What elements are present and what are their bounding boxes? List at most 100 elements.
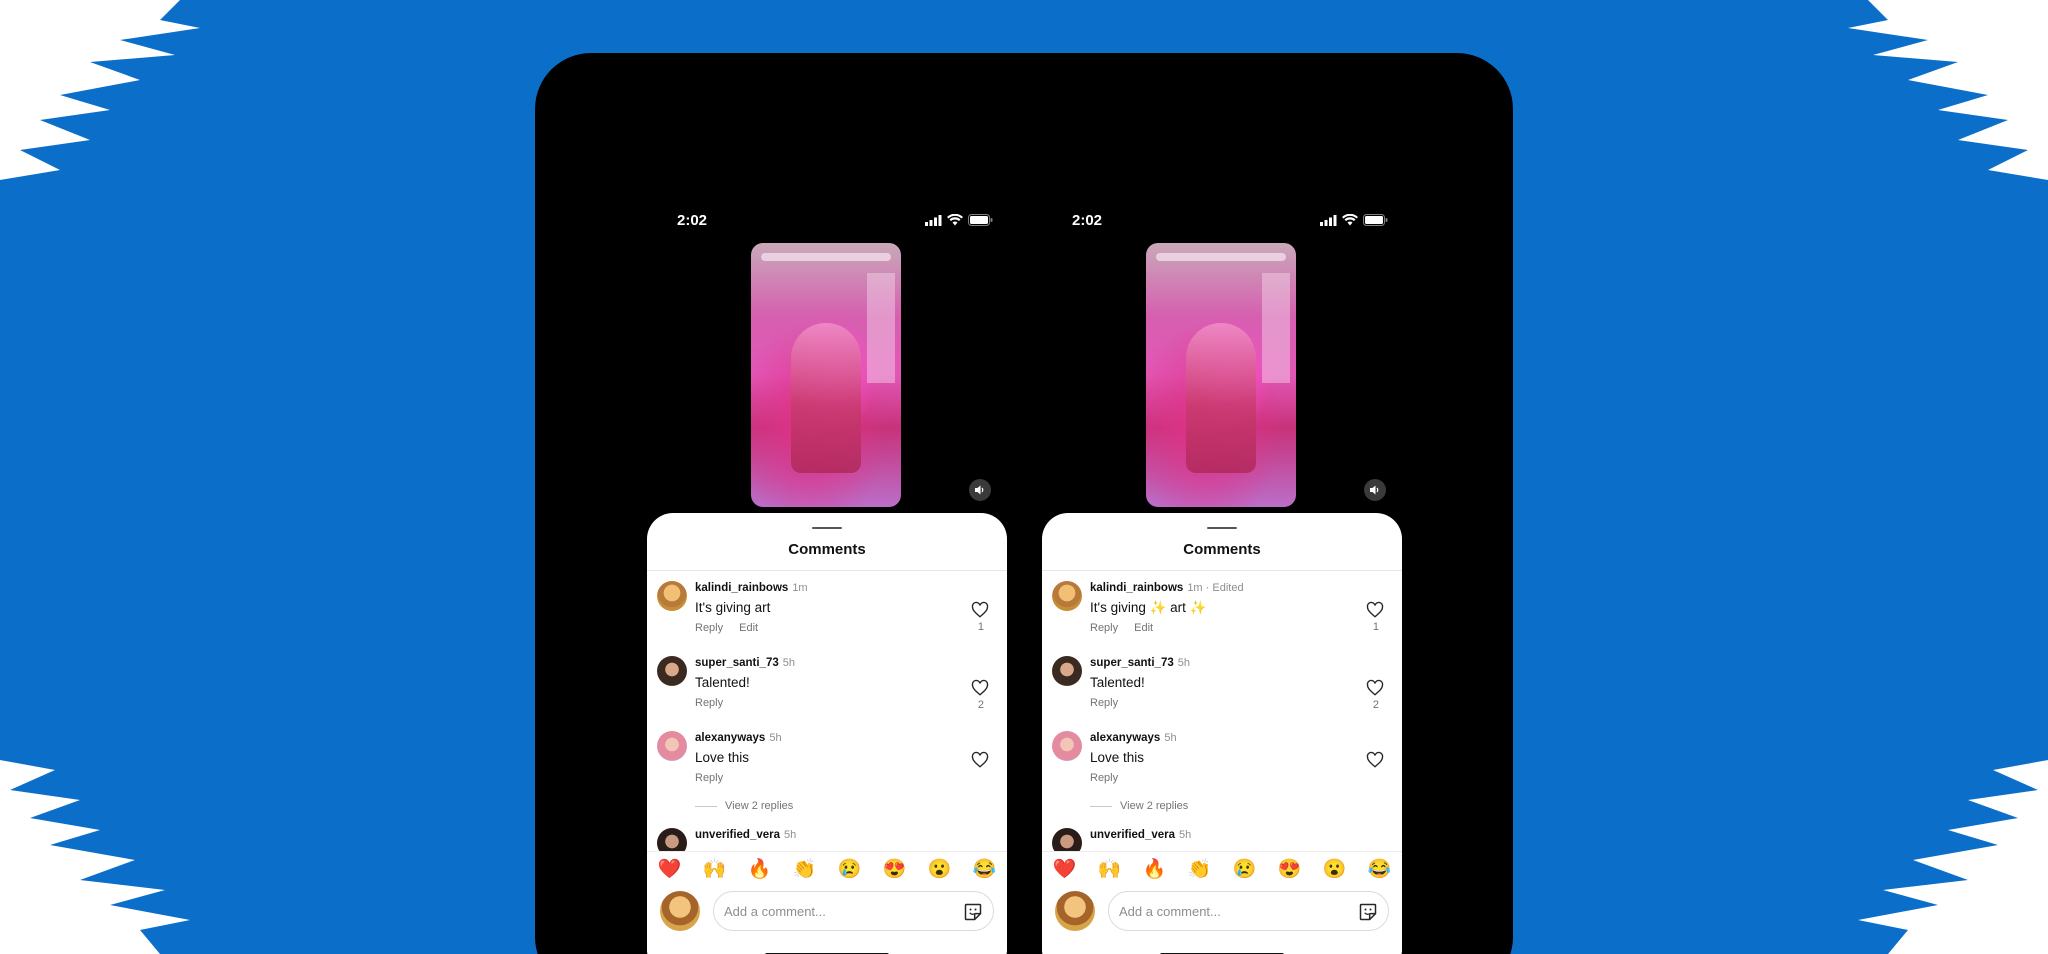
avatar[interactable]: [1052, 656, 1082, 686]
emoji-clap[interactable]: 👏: [1188, 857, 1212, 881]
video-preview[interactable]: [751, 243, 901, 507]
edit-button[interactable]: Edit: [1134, 622, 1153, 634]
comment-input[interactable]: Add a comment...: [713, 891, 994, 931]
heart-icon[interactable]: [971, 601, 989, 619]
like-count: 1: [1372, 621, 1379, 633]
drag-handle[interactable]: [812, 527, 842, 529]
reply-button[interactable]: Reply: [695, 697, 723, 709]
avatar[interactable]: [657, 656, 687, 686]
emoji-fire[interactable]: 🔥: [748, 857, 772, 881]
brush-decoration-right: [1848, 0, 2048, 954]
avatar[interactable]: [1052, 581, 1082, 611]
video-subject: [1186, 323, 1256, 473]
heart-icon[interactable]: [1366, 601, 1384, 619]
brush-decoration-left: [0, 0, 200, 954]
emoji-heart[interactable]: ❤️: [658, 857, 682, 881]
comment-composer: Add a comment...: [1042, 885, 1402, 954]
comment-author[interactable]: super_santi_73: [695, 657, 779, 669]
comment-meta: 5h: [769, 732, 782, 744]
reply-button[interactable]: Reply: [1090, 622, 1118, 634]
sheet-title: Comments: [1183, 541, 1261, 558]
comment-meta: 5h: [1177, 657, 1190, 669]
comment-meta: 5h: [1164, 732, 1177, 744]
comment-meta: 5h: [1179, 829, 1192, 841]
signal-icon: [1320, 214, 1337, 226]
comment-author[interactable]: kalindi_rainbows: [1090, 582, 1183, 594]
comment-item: super_santi_73 5h Talented! Reply 2: [647, 656, 1007, 726]
comment-text: Talented!: [695, 675, 750, 690]
video-subject: [791, 323, 861, 473]
emoji-raised-hands[interactable]: 🙌: [1098, 857, 1122, 881]
video-preview[interactable]: [1146, 243, 1296, 507]
comment-author[interactable]: super_santi_73: [1090, 657, 1174, 669]
comment-author[interactable]: unverified_vera: [1090, 829, 1175, 841]
comment-item: alexanyways 5h Love this Reply: [647, 731, 1007, 801]
status-bar: 2:02: [647, 211, 1007, 231]
status-bar: 2:02: [1042, 211, 1402, 231]
phone-screen-before: 2:02 Comments kalindi_rainbows 1m It's gi…: [647, 153, 1007, 954]
view-replies-button[interactable]: View 2 replies: [1090, 800, 1188, 812]
view-replies-button[interactable]: View 2 replies: [695, 800, 793, 812]
avatar[interactable]: [657, 581, 687, 611]
comment-input[interactable]: Add a comment...: [1108, 891, 1389, 931]
comment-item: super_santi_73 5h Talented! Reply 2: [1042, 656, 1402, 726]
comment-author[interactable]: kalindi_rainbows: [695, 582, 788, 594]
emoji-heart-eyes[interactable]: 😍: [1278, 857, 1302, 881]
comment-text: Love this: [695, 750, 750, 765]
comment-composer: Add a comment...: [647, 885, 1007, 954]
emoji-heart-eyes[interactable]: 😍: [883, 857, 907, 881]
emoji-surprised[interactable]: 😮: [1323, 857, 1347, 881]
speaker-icon[interactable]: [969, 479, 991, 501]
comment-author[interactable]: alexanyways: [1090, 732, 1160, 744]
comment-meta: 5h: [784, 829, 797, 841]
emoji-raised-hands[interactable]: 🙌: [703, 857, 727, 881]
emoji-surprised[interactable]: 😮: [928, 857, 952, 881]
wifi-icon: [947, 214, 963, 226]
view-replies-label: View 2 replies: [1120, 800, 1189, 812]
comment-meta: 5h: [782, 657, 795, 669]
device-frame: 2:02 Comments kalindi_rainbows 1m It's gi…: [535, 53, 1513, 954]
emoji-quick-reactions: ❤️ 🙌 🔥 👏 😢 😍 😮 😂: [1042, 851, 1402, 885]
edit-button[interactable]: Edit: [739, 622, 758, 634]
my-avatar: [660, 891, 700, 931]
emoji-heart[interactable]: ❤️: [1053, 857, 1077, 881]
comment-meta: 1m: [792, 582, 808, 594]
emoji-fire[interactable]: 🔥: [1143, 857, 1167, 881]
like-count: 2: [1372, 699, 1379, 711]
heart-icon[interactable]: [971, 751, 989, 769]
comment-author[interactable]: unverified_vera: [695, 829, 780, 841]
sticker-icon[interactable]: [963, 902, 983, 922]
emoji-laughing[interactable]: 😂: [1368, 857, 1392, 881]
status-time: 2:02: [677, 212, 708, 229]
phone-screen-after: 2:02 Comments kalindi_rainbows 1m · Edite…: [1042, 153, 1402, 954]
view-replies-label: View 2 replies: [725, 800, 794, 812]
comment-item: kalindi_rainbows 1m · Edited It's giving …: [1042, 581, 1402, 651]
emoji-crying[interactable]: 😢: [1233, 857, 1257, 881]
avatar[interactable]: [657, 731, 687, 761]
reply-button[interactable]: Reply: [695, 772, 723, 784]
comment-author[interactable]: alexanyways: [695, 732, 765, 744]
heart-icon[interactable]: [971, 679, 989, 697]
drag-handle[interactable]: [1207, 527, 1237, 529]
reply-button[interactable]: Reply: [695, 622, 723, 634]
emoji-crying[interactable]: 😢: [838, 857, 862, 881]
speaker-icon[interactable]: [1364, 479, 1386, 501]
status-time: 2:02: [1072, 212, 1103, 229]
comments-sheet: Comments kalindi_rainbows 1m · Edited It'…: [1042, 513, 1402, 954]
reply-button[interactable]: Reply: [1090, 697, 1118, 709]
comment-text: It's giving ✨ art ✨: [1090, 600, 1207, 615]
avatar[interactable]: [1052, 731, 1082, 761]
emoji-clap[interactable]: 👏: [793, 857, 817, 881]
heart-icon[interactable]: [1366, 679, 1384, 697]
emoji-laughing[interactable]: 😂: [973, 857, 997, 881]
comment-item: kalindi_rainbows 1m It's giving art Reply…: [647, 581, 1007, 651]
like-count: 1: [977, 621, 984, 633]
comment-text: Talented!: [1090, 675, 1145, 690]
wifi-icon: [1342, 214, 1358, 226]
reply-button[interactable]: Reply: [1090, 772, 1118, 784]
signal-icon: [925, 214, 942, 226]
sticker-icon[interactable]: [1358, 902, 1378, 922]
comment-item: alexanyways 5h Love this Reply: [1042, 731, 1402, 801]
comment-meta: 1m · Edited: [1187, 582, 1244, 594]
heart-icon[interactable]: [1366, 751, 1384, 769]
